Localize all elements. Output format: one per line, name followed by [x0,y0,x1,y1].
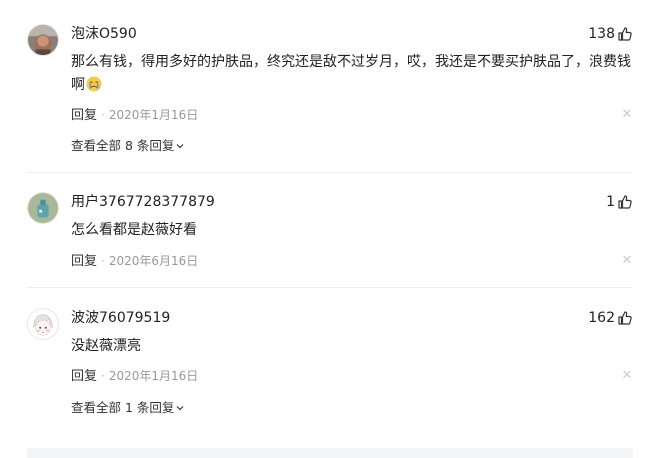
comment-date: 2020年1月16日 [108,369,199,383]
comment-text-content: 那么有钱，得用多好的护肤品，终究还是敌不过岁月，哎，我还是不要买护肤品了，浪费钱… [71,54,631,93]
comment-date: 2020年6月16日 [108,254,199,268]
separator-dot: · [101,108,105,122]
avatar[interactable] [27,192,59,224]
view-all-replies-button[interactable]: 查看全部 8 条回复 [71,138,185,154]
default-user-avatar-icon [28,193,58,223]
chevron-down-icon [175,401,185,411]
view-all-replies-label: 查看全部 8 条回复 [71,138,175,153]
username[interactable]: 用户3767728377879 [71,192,215,212]
like-count: 1 [606,194,615,210]
avatar[interactable] [27,24,59,56]
close-icon[interactable]: ✕ [621,369,633,382]
thumbs-up-icon [617,26,633,42]
divider [27,172,633,173]
user-avatar-photo-icon [28,25,58,55]
view-all-replies-button[interactable]: 查看全部 1 条回复 [71,400,185,416]
comment-text: 怎么看都是赵薇好看 [71,222,197,238]
username[interactable]: 波波76079519 [71,308,170,328]
like-button[interactable]: 138 [588,24,633,44]
cartoon-girl-avatar-icon [28,309,58,339]
comment-text: 没赵薇漂亮 [71,338,141,354]
thumbs-up-icon [617,194,633,210]
username[interactable]: 泡沫O590 [71,24,137,44]
comment-input-bar[interactable] [27,448,633,458]
comment-meta: 回复 · 2020年6月16日 [71,253,198,269]
close-icon[interactable]: ✕ [621,254,633,267]
comment-date: 2020年1月16日 [108,108,199,122]
comment-text: 那么有钱，得用多好的护肤品，终究还是敌不过岁月，哎，我还是不要买护肤品了，浪费钱… [71,51,633,97]
chevron-down-icon [175,139,185,149]
like-button[interactable]: 162 [588,308,633,328]
like-count: 162 [588,310,615,326]
avatar[interactable] [27,308,59,340]
thumbs-up-icon [617,310,633,326]
comment-meta: 回复 · 2020年1月16日 [71,368,198,384]
like-button[interactable]: 1 [606,192,633,212]
reply-button[interactable]: 回复 [71,369,97,384]
separator-dot: · [101,369,105,383]
close-icon[interactable]: ✕ [621,108,633,121]
reply-button[interactable]: 回复 [71,108,97,123]
view-all-replies-label: 查看全部 1 条回复 [71,400,175,415]
reply-button[interactable]: 回复 [71,254,97,269]
crying-face-emoji-icon [86,76,102,92]
comment-meta: 回复 · 2020年1月16日 [71,107,198,123]
separator-dot: · [101,254,105,268]
like-count: 138 [588,26,615,42]
divider [27,287,633,288]
